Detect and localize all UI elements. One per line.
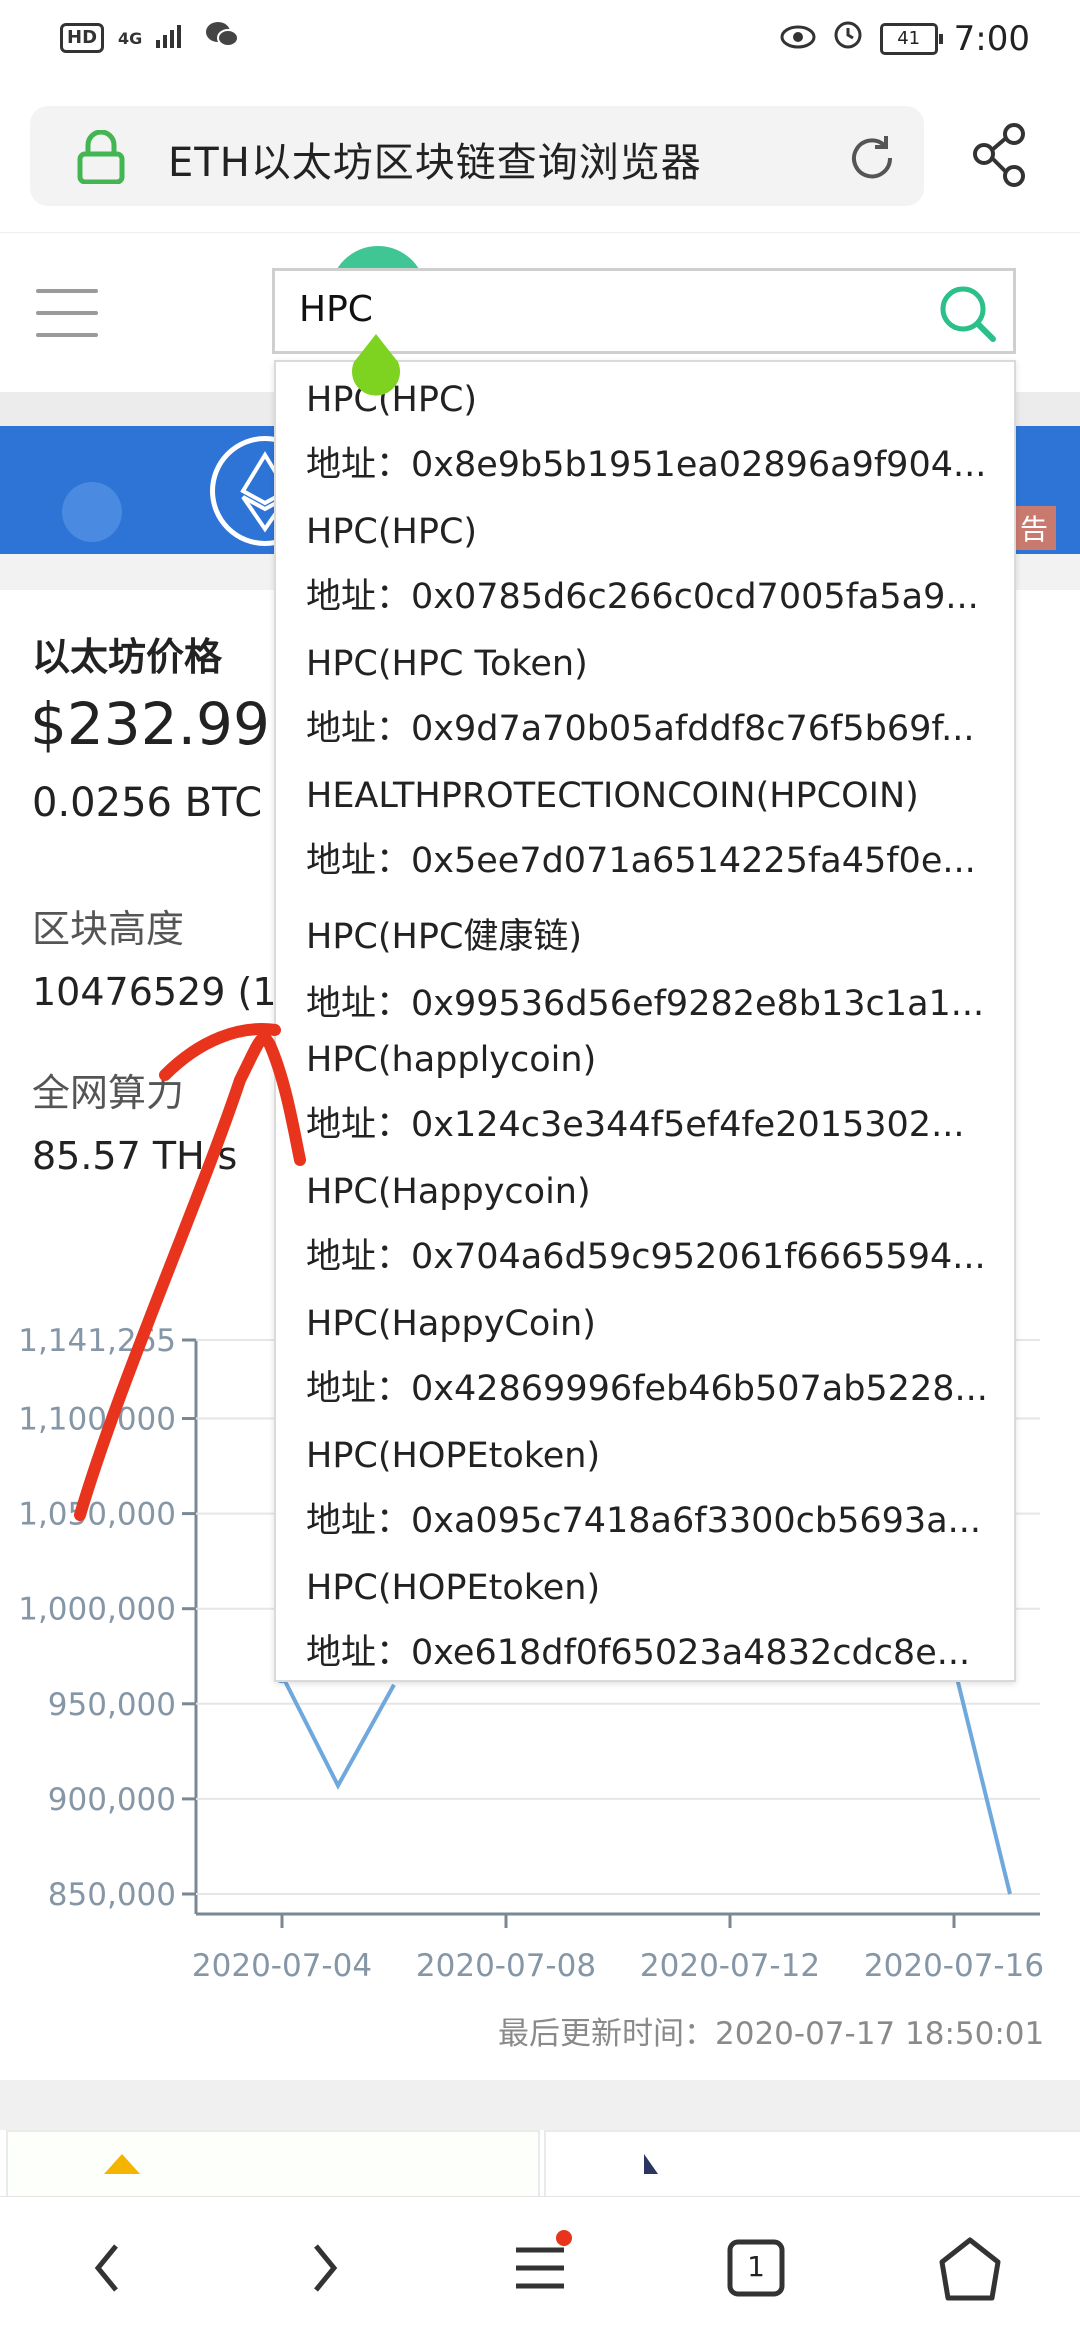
- tabs-button[interactable]: 1: [716, 2228, 796, 2308]
- home-icon[interactable]: [930, 2228, 1010, 2308]
- suggestion-name: HPC(HappyCoin): [306, 1304, 596, 1344]
- alarm-icon: [832, 18, 864, 59]
- suggestion-name: HPC(HOPEtoken): [306, 1436, 601, 1476]
- y-tick-label: 950,000: [48, 1687, 176, 1723]
- hashrate-label: 全网算力: [32, 1071, 185, 1115]
- back-icon[interactable]: [68, 2228, 148, 2308]
- search-input-value[interactable]: HPC: [299, 289, 373, 330]
- suggestion-name: HPC(happlycoin): [306, 1040, 597, 1080]
- eth-price-label: 以太坊价格: [32, 635, 223, 679]
- clock-time: 7:00: [953, 18, 1030, 59]
- suggestion-address: 地址：0x42869996feb46b507ab5228...: [306, 1369, 988, 1409]
- suggestion-address: 地址：0x124c3e344f5ef4fe2015302...: [306, 1105, 965, 1145]
- address-bar[interactable]: ETH以太坊区块链查询浏览器: [30, 106, 924, 206]
- x-tick-label: 2020-07-12: [640, 1948, 820, 1984]
- divider: [0, 2080, 1080, 2130]
- suggestion-item[interactable]: HPC(HPC) 地址：0x0785d6c266c0cd7005fa5a9...: [306, 512, 996, 619]
- network-label: 4G: [118, 28, 143, 48]
- triangle-icon: [644, 2154, 658, 2174]
- suggestion-item[interactable]: HPC(HOPEtoken) 地址：0xa095c7418a6f3300cb56…: [306, 1436, 996, 1543]
- lock-icon: [76, 129, 126, 185]
- suggestion-address: 地址：0x704a6d59c952061f6665594...: [306, 1237, 986, 1277]
- suggestion-address: 地址：0xa095c7418a6f3300cb5693a...: [306, 1501, 982, 1541]
- suggestion-item[interactable]: HPC(Happycoin) 地址：0x704a6d59c952061f6665…: [306, 1172, 996, 1279]
- suggestion-item[interactable]: HPC(HPC Token) 地址：0x9d7a70b05afddf8c76f5…: [306, 644, 996, 751]
- status-left: HD 4G: [60, 20, 240, 56]
- banner-dot-icon: [62, 482, 122, 542]
- suggestion-name: HPC(HPC): [306, 380, 478, 420]
- suggestion-address: 地址：0x5ee7d071a6514225fa45f0e...: [306, 841, 976, 881]
- series-line-segment: [280, 1674, 396, 1790]
- suggestion-item[interactable]: HEALTHPROTECTIONCOIN(HPCOIN) 地址：0x5ee7d0…: [306, 776, 996, 883]
- x-tick-label: 2020-07-08: [416, 1948, 596, 1984]
- menu-icon[interactable]: [500, 2228, 580, 2308]
- suggestion-address: 地址：0x8e9b5b1951ea02896a9f904...: [306, 445, 987, 485]
- suggestion-name: HEALTHPROTECTIONCOIN(HPCOIN): [306, 776, 919, 816]
- x-tick-label: 2020-07-16: [864, 1948, 1044, 1984]
- share-icon[interactable]: [970, 120, 1030, 190]
- last-updated-text: 最后更新时间：2020-07-17 18:50:01: [498, 2016, 1045, 2052]
- forward-icon[interactable]: [284, 2228, 364, 2308]
- suggestion-name: HPC(HPC健康链): [306, 917, 583, 957]
- status-right: 41 7:00: [780, 18, 1030, 59]
- diamond-icon: [104, 2154, 140, 2174]
- y-tick-label: 1,050,000: [18, 1497, 176, 1533]
- suggestion-name: HPC(HPC): [306, 512, 478, 552]
- suggestion-item[interactable]: HPC(HPC健康链) 地址：0x99536d56ef9282e8b13c1a1…: [306, 908, 996, 1026]
- suggestion-name: HPC(HPC Token): [306, 644, 588, 684]
- eth-price-btc: 0.0256 BTC: [32, 780, 263, 826]
- suggestion-address: 地址：0xe618df0f65023a4832cdc8e...: [306, 1633, 971, 1673]
- y-tick-label: 900,000: [48, 1782, 176, 1818]
- ad-badge: 告: [1012, 506, 1057, 550]
- y-tick-label: 850,000: [48, 1877, 176, 1913]
- y-tick-label: 1,141,265: [18, 1323, 176, 1359]
- suggestion-item[interactable]: HPC(HOPEtoken) 地址：0xe618df0f65023a4832cd…: [306, 1568, 996, 1675]
- series-line-segment: [952, 1665, 1012, 1895]
- suggestion-name: HPC(Happycoin): [306, 1172, 591, 1212]
- tabs-count: 1: [747, 2250, 765, 2283]
- x-tick-label: 2020-07-04: [192, 1948, 372, 1984]
- suggestion-item[interactable]: HPC(HPC) 地址：0x8e9b5b1951ea02896a9f904...: [306, 380, 996, 487]
- suggestion-item[interactable]: HPC(HappyCoin) 地址：0x42869996feb46b507ab5…: [306, 1304, 996, 1411]
- text-cursor-handle[interactable]: [346, 330, 406, 404]
- suggestion-address: 地址：0x99536d56ef9282e8b13c1a1...: [306, 984, 985, 1024]
- suggestion-item[interactable]: HPC(happlycoin) 地址：0x124c3e344f5ef4fe201…: [306, 1040, 996, 1147]
- suggestion-address: 地址：0x0785d6c266c0cd7005fa5a9...: [306, 577, 979, 617]
- hd-badge: HD: [60, 23, 105, 53]
- block-height-value: 10476529 (13: [32, 970, 301, 1014]
- hamburger-menu-icon[interactable]: [36, 289, 98, 339]
- suggestion-address: 地址：0x9d7a70b05afddf8c76f5b69f...: [306, 709, 975, 749]
- reload-icon[interactable]: [846, 132, 898, 184]
- info-card[interactable]: [6, 2130, 540, 2204]
- battery-icon: 41: [879, 22, 943, 55]
- hashrate-value: 85.57 TH/s: [32, 1134, 238, 1178]
- wechat-icon: [204, 20, 240, 56]
- page-title: ETH以太坊区块链查询浏览器: [168, 140, 702, 186]
- block-height-label: 区块高度: [32, 907, 185, 951]
- search-icon[interactable]: [935, 281, 999, 345]
- status-bar: HD 4G 41 7:00: [0, 0, 1080, 82]
- eye-icon: [780, 19, 816, 59]
- signal-icon: [156, 22, 190, 54]
- suggestion-name: HPC(HOPEtoken): [306, 1568, 601, 1608]
- y-tick-label: 1,000,000: [18, 1592, 176, 1628]
- info-card[interactable]: [544, 2130, 1080, 2204]
- search-suggestions-dropdown: HPC(HPC) 地址：0x8e9b5b1951ea02896a9f904...…: [274, 360, 1016, 1682]
- y-tick-label: 1,100,000: [18, 1401, 176, 1437]
